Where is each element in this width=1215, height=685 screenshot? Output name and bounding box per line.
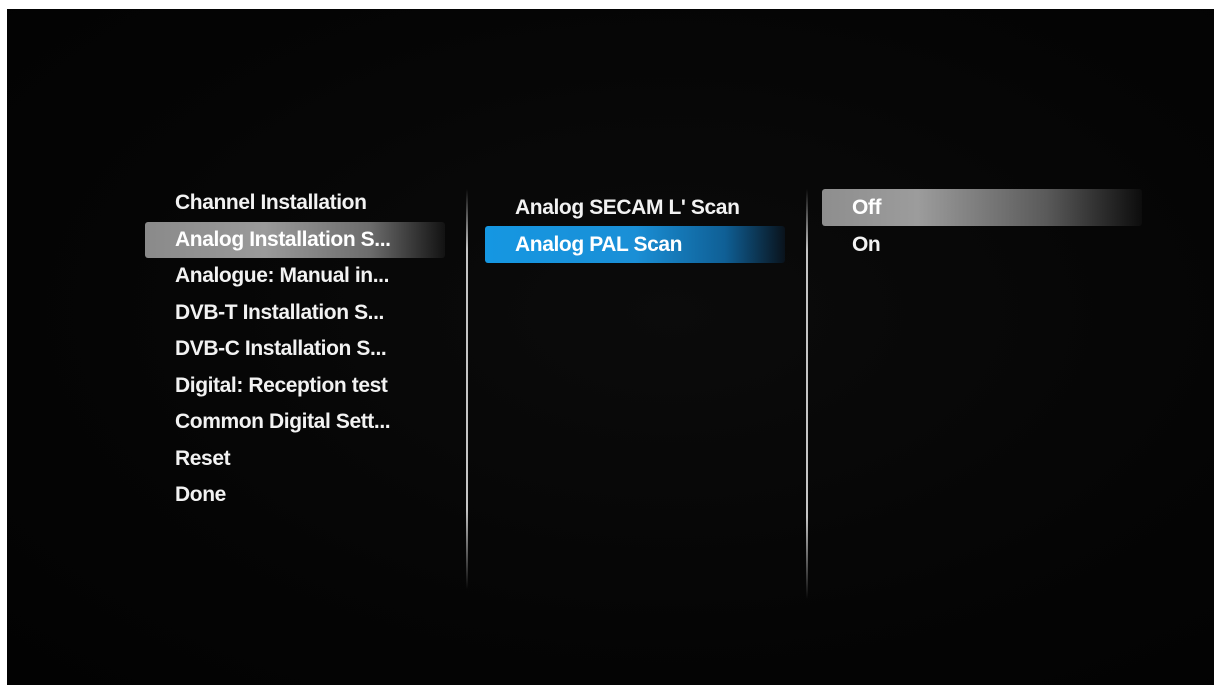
menu-item-done[interactable]: Done [145,477,445,514]
menu-item-dvb-c-installation-settings[interactable]: DVB-C Installation S... [145,331,445,368]
tv-screen: Channel Installation Analog Installation… [7,9,1214,685]
menu-item-digital-reception-test[interactable]: Digital: Reception test [145,368,445,405]
installation-menu-column: Channel Installation Analog Installation… [145,185,445,514]
option-off[interactable]: Off [822,189,1142,226]
menu-item-reset[interactable]: Reset [145,441,445,478]
submenu-item-analog-secam-l-scan[interactable]: Analog SECAM L' Scan [485,189,785,226]
menu-item-channel-installation[interactable]: Channel Installation [145,185,445,222]
menu-item-analog-installation-settings[interactable]: Analog Installation S... [145,221,445,258]
option-on[interactable]: On [822,226,1142,263]
menu-item-dvb-t-installation-settings[interactable]: DVB-T Installation S... [145,295,445,332]
option-column: Off On [822,189,1142,263]
menu-item-analogue-manual-installation[interactable]: Analogue: Manual in... [145,258,445,295]
analog-submenu-column: Analog SECAM L' Scan Analog PAL Scan [485,189,785,263]
submenu-item-analog-pal-scan[interactable]: Analog PAL Scan [485,226,785,263]
column-divider [806,189,808,599]
column-divider [466,189,468,589]
menu-item-common-digital-settings[interactable]: Common Digital Sett... [145,404,445,441]
